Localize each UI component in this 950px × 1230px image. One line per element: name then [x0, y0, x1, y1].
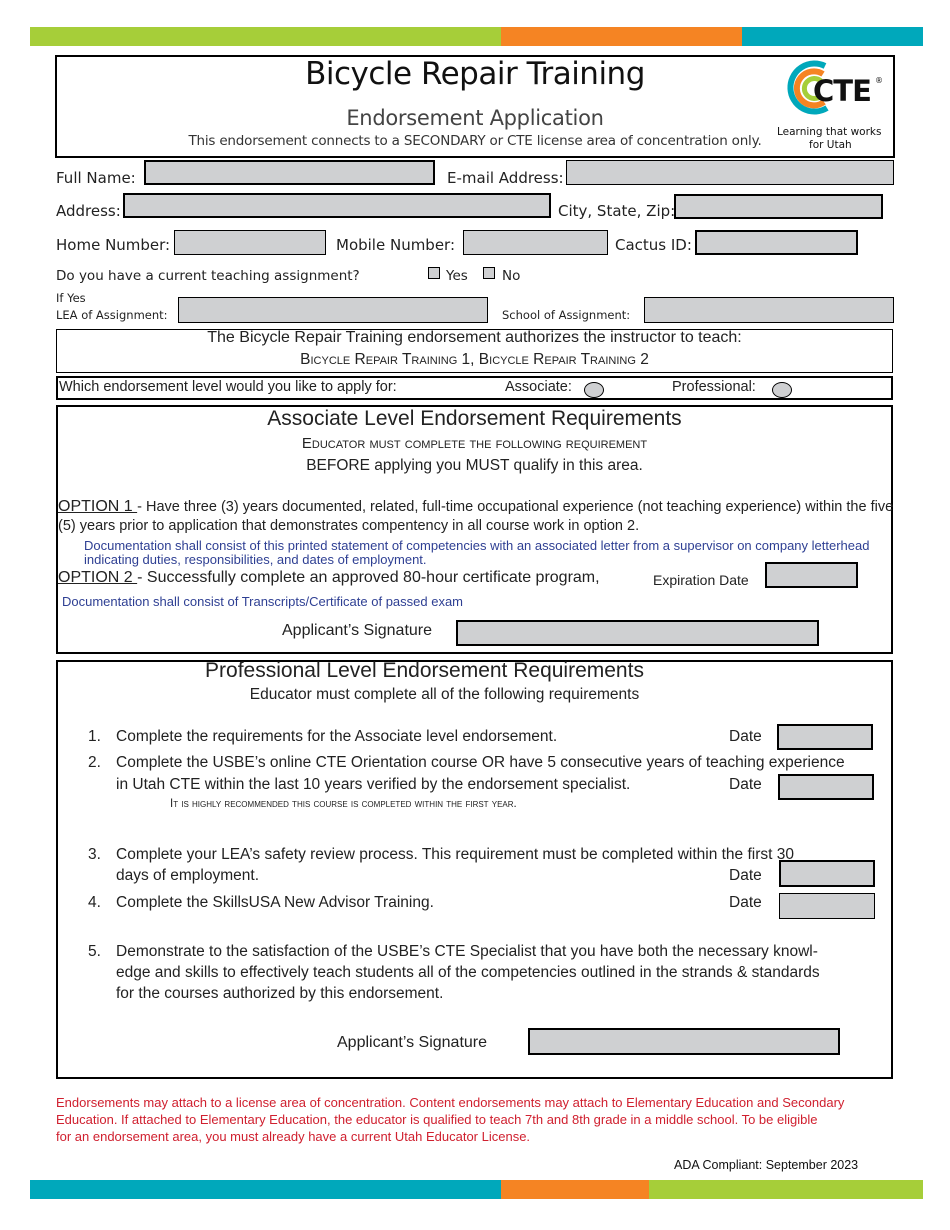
requirement-2-note: It is highly recommended this course is …	[170, 798, 517, 810]
option-1: OPTION 1 - Have three (3) years document…	[58, 497, 894, 536]
address-label: Address:	[56, 202, 121, 220]
requirement-5-text-1: Demonstrate to the satisfaction of the U…	[116, 943, 818, 960]
teaching-no-checkbox[interactable]	[483, 267, 495, 279]
city-state-zip-label: City, State, Zip:	[558, 202, 676, 220]
home-number-label: Home Number:	[56, 236, 171, 254]
school-of-assignment-field[interactable]	[644, 297, 894, 323]
requirement-4-date-label: Date	[729, 894, 762, 911]
professional-level-label: Professional:	[672, 379, 756, 395]
teaching-yes-checkbox[interactable]	[428, 267, 440, 279]
requirement-5-text-2: edge and skills to effectively teach stu…	[116, 964, 820, 981]
associate-before-note: BEFORE applying you MUST qualify in this…	[306, 457, 643, 474]
requirement-3-text-1: Complete your LEA’s safety review proces…	[116, 846, 794, 863]
associate-level-label: Associate:	[505, 379, 572, 395]
professional-title: Professional Level Endorsement Requireme…	[205, 659, 644, 682]
requirement-3-number: 3.	[88, 846, 101, 863]
option-2-label: OPTION 2	[58, 569, 138, 586]
requirement-1-text: Complete the requirements for the Associ…	[116, 728, 558, 745]
authorizes-text: The Bicycle Repair Training endorsement …	[207, 329, 742, 346]
requirement-2-text-2: in Utah CTE within the last 10 years ver…	[116, 776, 631, 793]
bottom-bar-green	[649, 1180, 923, 1199]
teaching-yes-label: Yes	[446, 268, 468, 284]
top-bar-teal	[742, 27, 923, 46]
page-title: Bicycle Repair Training	[305, 56, 645, 92]
professional-subtitle: Educator must complete all of the follow…	[249, 686, 640, 703]
option-2-text: - Successfully complete an approved 80-h…	[137, 569, 600, 586]
footer-note: Endorsements may attach to a license are…	[56, 1094, 906, 1145]
lea-of-assignment-label: LEA of Assignment:	[56, 308, 168, 322]
option-2: OPTION 2 - Successfully complete an appr…	[58, 569, 600, 587]
city-state-zip-field[interactable]	[674, 194, 883, 219]
authorized-courses: Bicycle Repair Training 1, Bicycle Repai…	[300, 351, 649, 368]
teaching-no-label: No	[502, 268, 521, 284]
option-1-label: OPTION 1	[58, 498, 138, 515]
if-yes-label: If Yes	[56, 291, 86, 305]
cte-logo-text: CTE	[813, 74, 872, 108]
full-name-label: Full Name:	[56, 169, 136, 187]
bottom-bar-orange	[501, 1180, 649, 1199]
footer-note-line-1: Endorsements may attach to a license are…	[56, 1095, 845, 1110]
lea-of-assignment-field[interactable]	[178, 297, 488, 323]
requirement-5-number: 5.	[88, 943, 101, 960]
cactus-id-field[interactable]	[695, 230, 858, 255]
requirement-2-text-1: Complete the USBE’s online CTE Orientati…	[116, 754, 845, 771]
requirement-1-date-field[interactable]	[777, 724, 873, 750]
cactus-id-label: Cactus ID:	[615, 236, 692, 254]
associate-subtitle: Educator must complete the following req…	[301, 435, 648, 452]
requirement-3-date-field[interactable]	[779, 860, 875, 887]
teaching-assignment-question: Do you have a current teaching assignmen…	[56, 268, 360, 284]
associate-title: Associate Level Endorsement Requirements	[267, 407, 682, 430]
mobile-number-label: Mobile Number:	[336, 236, 456, 254]
option-1-documentation: Documentation shall consist of this prin…	[84, 538, 870, 567]
home-number-field[interactable]	[174, 230, 326, 255]
cte-logo-tagline-2: for Utah	[809, 139, 852, 151]
requirement-2-date-label: Date	[729, 776, 762, 793]
footer-note-line-3: for an endorsement area, you must alread…	[56, 1129, 531, 1144]
mobile-number-field[interactable]	[463, 230, 608, 255]
associate-level-radio[interactable]	[584, 382, 604, 398]
address-field[interactable]	[123, 193, 551, 218]
requirement-3-text-2: days of employment.	[116, 867, 260, 884]
requirement-2-date-field[interactable]	[778, 774, 874, 800]
top-bar-green	[30, 27, 501, 46]
email-label: E-mail Address:	[447, 169, 564, 187]
requirement-4-date-field[interactable]	[779, 893, 875, 919]
cte-logo-tagline-1: Learning that works	[777, 126, 882, 138]
option-2-documentation: Documentation shall consist of Transcrip…	[62, 594, 464, 609]
requirement-3-date-label: Date	[729, 867, 762, 884]
associate-signature-field[interactable]	[456, 620, 819, 646]
top-bar-orange	[501, 27, 742, 46]
requirement-4-text: Complete the SkillsUSA New Advisor Train…	[116, 894, 434, 911]
expiration-date-field[interactable]	[765, 562, 858, 588]
requirement-5-text-3: for the courses authorized by this endor…	[116, 985, 444, 1002]
page-subtitle: Endorsement Application	[346, 106, 604, 130]
bottom-bar-teal	[30, 1180, 501, 1199]
level-question: Which endorsement level would you like t…	[59, 379, 397, 395]
option-1-text: - Have three (3) years documented, relat…	[58, 499, 894, 534]
full-name-field[interactable]	[144, 160, 435, 185]
cte-logo-registered: ®	[875, 76, 883, 85]
requirement-4-number: 4.	[88, 894, 101, 911]
footer-note-line-2: Education. If attached to Elementary Edu…	[56, 1112, 818, 1127]
associate-signature-label: Applicant’s Signature	[282, 622, 433, 639]
school-of-assignment-label: School of Assignment:	[502, 308, 631, 322]
ada-compliance-note: ADA Compliant: September 2023	[674, 1158, 859, 1172]
requirement-1-date-label: Date	[729, 728, 762, 745]
email-field[interactable]	[566, 160, 894, 185]
header-note: This endorsement connects to a SECONDARY…	[188, 133, 762, 149]
professional-signature-label: Applicant’s Signature	[337, 1034, 488, 1051]
expiration-date-label: Expiration Date	[653, 572, 749, 588]
requirement-2-number: 2.	[88, 754, 101, 771]
cte-logo: CTE ® Learning that works for Utah	[775, 58, 890, 153]
professional-signature-field[interactable]	[528, 1028, 840, 1055]
requirement-1-number: 1.	[88, 728, 101, 745]
professional-level-radio[interactable]	[772, 382, 792, 398]
